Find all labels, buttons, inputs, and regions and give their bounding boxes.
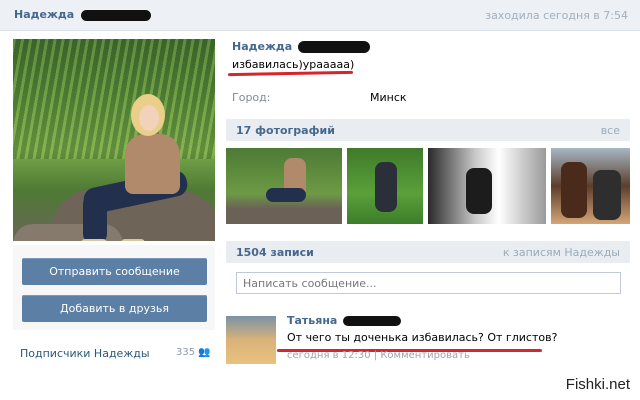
profile-photo[interactable] [13,39,215,241]
photo-thumbnail[interactable] [226,148,342,224]
thumb-figure [593,170,621,220]
add-friend-button[interactable]: Добавить в друзья [22,295,207,322]
comment-time[interactable]: сегодня в 12:30 [287,350,371,361]
subscribers-count-value: 335 [176,347,196,358]
thumb-figure [466,168,492,214]
profile-name-text: Надежда [232,40,293,53]
bottom-strip [0,366,640,400]
comment-reply-link[interactable]: Комментировать [380,350,470,361]
subscribers-count: 335 👥 [176,347,211,358]
comment-author[interactable]: Татьяна [287,314,402,327]
posts-title: 1504 записи [236,246,314,259]
posts-section-header: 1504 записи к записям Надежды [226,241,630,263]
comment-author-text[interactable]: Татьяна [287,314,337,327]
photo-figure [139,105,159,131]
last-seen-status: заходила сегодня в 7:54 [485,9,628,22]
thumb-figure [375,162,397,212]
photo-figure [125,134,180,194]
top-bar: Надежда заходила сегодня в 7:54 [0,0,640,31]
people-icon: 👥 [198,347,211,358]
censor-bar [343,316,402,326]
censor-bar [298,41,371,53]
highlight-underline [227,70,354,77]
post-message-input[interactable]: Написать сообщение... [236,272,621,294]
photo-figure [83,194,107,241]
to-posts-link[interactable]: к записям Надежды [503,246,620,259]
photo-thumbnail[interactable] [551,148,630,224]
photo-foliage [13,39,215,159]
send-message-button[interactable]: Отправить сообщение [22,258,207,285]
city-value[interactable]: Минск [370,91,407,104]
comment-text: От чего ты доченька избавилась? От глист… [287,331,558,344]
avatar[interactable] [226,316,276,364]
post-input-placeholder: Написать сообщение... [243,277,377,290]
header-name-text[interactable]: Надежда [14,8,74,21]
city-label: Город: [232,91,271,104]
thumb-figure [561,162,587,218]
profile-status[interactable]: избавилась)урааааа) [232,58,354,71]
photo-figure [121,239,145,241]
watermark: Fishki.net [565,376,630,393]
comment-meta: сегодня в 12:30 | Комментировать [287,350,470,361]
photos-section-header: 17 фотографий все [226,119,630,141]
subscribers-link[interactable]: Подписчики Надежды [20,347,150,360]
photos-title[interactable]: 17 фотографий [236,124,335,137]
photo-thumbnail[interactable] [428,148,546,224]
censor-bar [81,9,152,21]
photo-figure [81,239,107,241]
header-user-name[interactable]: Надежда [14,8,152,21]
thumb-figure [266,188,306,202]
photos-all-link[interactable]: все [601,124,620,137]
profile-name: Надежда [232,40,371,53]
photo-thumbnail[interactable] [347,148,423,224]
